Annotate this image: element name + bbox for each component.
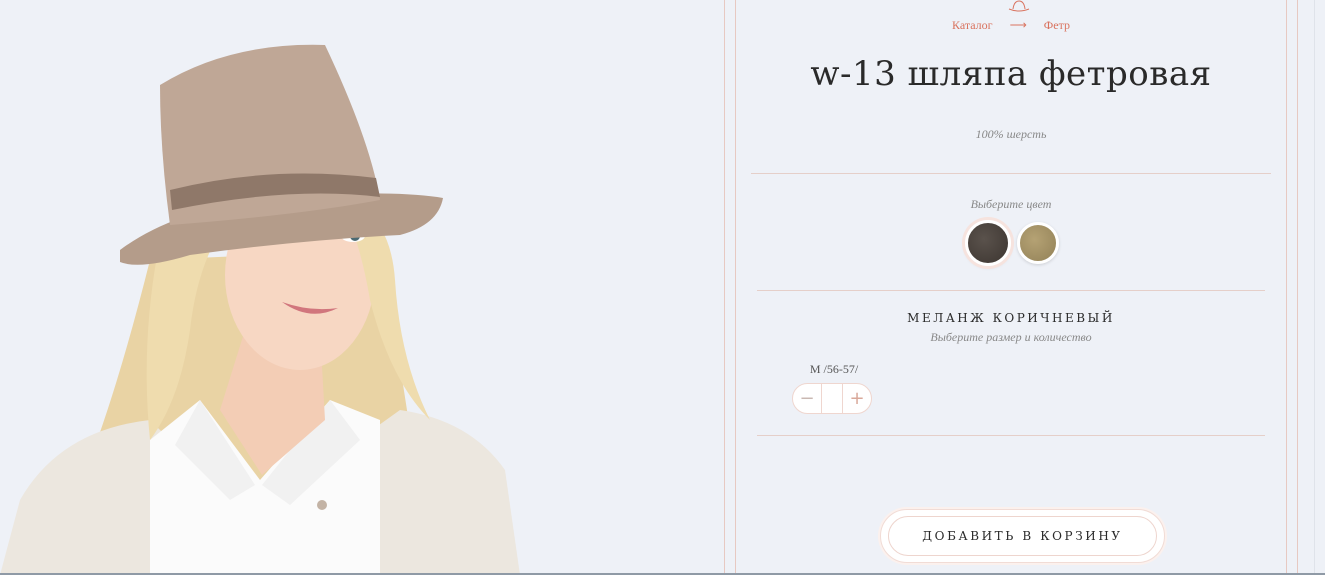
quantity-input[interactable] bbox=[821, 384, 843, 413]
add-to-cart-label: ДОБАВИТЬ В КОРЗИНУ bbox=[888, 516, 1157, 556]
product-panel-inner: Каталог ⟶ Фетр w-13 шляпа фетровая 100% … bbox=[735, 0, 1287, 575]
color-swatch-brown-melange[interactable] bbox=[965, 220, 1011, 266]
increment-button[interactable]: + bbox=[843, 388, 871, 409]
divider bbox=[757, 290, 1265, 291]
product-title: w-13 шляпа фетровая bbox=[810, 54, 1212, 94]
product-photo bbox=[0, 0, 600, 575]
arrow-right-icon: ⟶ bbox=[1009, 18, 1027, 32]
hat-icon bbox=[1008, 0, 1030, 12]
selected-color-name: МЕЛАНЖ КОРИЧНЕВЫЙ bbox=[907, 311, 1115, 325]
color-swatch-olive-beige[interactable] bbox=[1017, 222, 1059, 264]
add-to-cart-button[interactable]: ДОБАВИТЬ В КОРЗИНУ bbox=[880, 509, 1165, 563]
breadcrumb-category-link[interactable]: Фетр bbox=[1044, 18, 1070, 32]
page-edge-line bbox=[1314, 0, 1315, 575]
breadcrumb: Каталог ⟶ Фетр bbox=[736, 18, 1286, 33]
model-wearing-hat-image bbox=[0, 44, 520, 575]
breadcrumb-catalog-link[interactable]: Каталог bbox=[952, 18, 993, 32]
size-option-label: M /56-57/ bbox=[809, 362, 859, 376]
size-quantity-hint: Выберите размер и количество bbox=[930, 330, 1092, 344]
divider bbox=[751, 173, 1271, 174]
color-select-label: Выберите цвет bbox=[970, 197, 1052, 211]
product-panel: Каталог ⟶ Фетр w-13 шляпа фетровая 100% … bbox=[724, 0, 1298, 575]
product-material: 100% шерсть bbox=[975, 127, 1047, 141]
divider bbox=[757, 435, 1265, 436]
quantity-stepper: − + bbox=[792, 383, 872, 414]
decrement-button[interactable]: − bbox=[793, 388, 821, 409]
